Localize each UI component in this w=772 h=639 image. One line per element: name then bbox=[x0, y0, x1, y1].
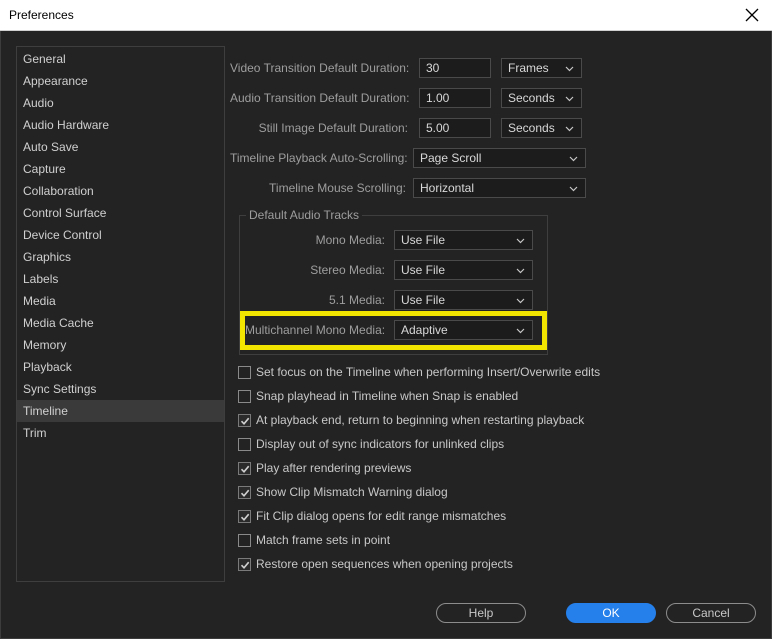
still-image-unit-select[interactable]: Seconds bbox=[501, 118, 582, 138]
checkbox[interactable] bbox=[238, 509, 251, 523]
chevron-down-icon bbox=[516, 268, 525, 274]
video-transition-duration-field[interactable]: 30 bbox=[419, 58, 491, 78]
window-title: Preferences bbox=[9, 8, 74, 22]
five-one-media-value: Use File bbox=[401, 293, 446, 307]
multichannel-mono-media-label: Multichannel Mono Media: bbox=[245, 323, 386, 337]
sidebar-item-general[interactable]: General bbox=[17, 48, 224, 70]
checkmark-icon bbox=[240, 465, 250, 473]
mono-media-label: Mono Media: bbox=[315, 233, 385, 247]
sidebar-item-media-cache[interactable]: Media Cache bbox=[17, 312, 224, 334]
audio-transition-unit-value: Seconds bbox=[508, 91, 555, 105]
sidebar-item-sync-settings[interactable]: Sync Settings bbox=[17, 378, 224, 400]
sidebar-item-auto-save[interactable]: Auto Save bbox=[17, 136, 224, 158]
playback-auto-scrolling-value: Page Scroll bbox=[420, 151, 482, 165]
stereo-media-label: Stereo Media: bbox=[310, 263, 385, 277]
option-label: Display out of sync indicators for unlin… bbox=[256, 437, 505, 451]
mono-media-value: Use File bbox=[401, 233, 446, 247]
option-snap-playhead[interactable]: Snap playhead in Timeline when Snap is e… bbox=[238, 388, 518, 404]
five-one-media-select[interactable]: Use File bbox=[394, 290, 533, 310]
option-out-of-sync-indicators[interactable]: Display out of sync indicators for unlin… bbox=[238, 436, 504, 452]
category-list: General Appearance Audio Audio Hardware … bbox=[16, 46, 225, 582]
checkbox[interactable] bbox=[238, 413, 251, 427]
chevron-down-icon bbox=[565, 96, 574, 102]
option-label: Restore open sequences when opening proj… bbox=[256, 557, 513, 571]
chevron-down-icon bbox=[516, 298, 525, 304]
playback-auto-scrolling-select[interactable]: Page Scroll bbox=[413, 148, 586, 168]
playback-auto-scrolling-label: Timeline Playback Auto-Scrolling: bbox=[230, 151, 408, 165]
option-play-after-rendering[interactable]: Play after rendering previews bbox=[238, 460, 411, 476]
ok-button[interactable]: OK bbox=[566, 603, 656, 623]
option-match-frame-in-point[interactable]: Match frame sets in point bbox=[238, 532, 390, 548]
option-clip-mismatch-warning[interactable]: Show Clip Mismatch Warning dialog bbox=[238, 484, 448, 500]
help-button[interactable]: Help bbox=[436, 603, 526, 623]
checkbox[interactable] bbox=[238, 533, 251, 547]
five-one-media-label: 5.1 Media: bbox=[328, 293, 385, 307]
sidebar-item-graphics[interactable]: Graphics bbox=[17, 246, 224, 268]
stereo-media-select[interactable]: Use File bbox=[394, 260, 533, 280]
audio-transition-unit-select[interactable]: Seconds bbox=[501, 88, 582, 108]
sidebar-item-audio[interactable]: Audio bbox=[17, 92, 224, 114]
chevron-down-icon bbox=[569, 186, 578, 192]
sidebar-item-appearance[interactable]: Appearance bbox=[17, 70, 224, 92]
option-restore-open-sequences[interactable]: Restore open sequences when opening proj… bbox=[238, 556, 513, 572]
option-label: At playback end, return to beginning whe… bbox=[256, 413, 585, 427]
audio-transition-label: Audio Transition Default Duration: bbox=[230, 91, 410, 105]
mouse-scrolling-value: Horizontal bbox=[420, 181, 475, 195]
close-icon[interactable] bbox=[740, 3, 764, 27]
multichannel-mono-media-value: Adaptive bbox=[401, 323, 448, 337]
chevron-down-icon bbox=[516, 328, 525, 334]
checkbox[interactable] bbox=[238, 461, 251, 475]
sidebar-item-control-surface[interactable]: Control Surface bbox=[17, 202, 224, 224]
option-focus-timeline[interactable]: Set focus on the Timeline when performin… bbox=[238, 364, 600, 380]
checkbox[interactable] bbox=[238, 437, 251, 451]
still-image-unit-value: Seconds bbox=[508, 121, 555, 135]
chevron-down-icon bbox=[565, 126, 574, 132]
audio-transition-duration-field[interactable]: 1.00 bbox=[419, 88, 491, 108]
stereo-media-value: Use File bbox=[401, 263, 446, 277]
mono-media-select[interactable]: Use File bbox=[394, 230, 533, 250]
cancel-button[interactable]: Cancel bbox=[666, 603, 756, 623]
sidebar-item-capture[interactable]: Capture bbox=[17, 158, 224, 180]
chevron-down-icon bbox=[516, 238, 525, 244]
checkbox[interactable] bbox=[238, 389, 251, 403]
checkbox[interactable] bbox=[238, 557, 251, 571]
still-image-duration-field[interactable]: 5.00 bbox=[419, 118, 491, 138]
option-label: Play after rendering previews bbox=[256, 461, 412, 475]
sidebar-item-trim[interactable]: Trim bbox=[17, 422, 224, 444]
checkmark-icon bbox=[240, 561, 250, 569]
multichannel-mono-media-select[interactable]: Adaptive bbox=[394, 320, 533, 340]
video-transition-unit-select[interactable]: Frames bbox=[501, 58, 582, 78]
checkbox[interactable] bbox=[238, 365, 251, 379]
option-label: Fit Clip dialog opens for edit range mis… bbox=[256, 509, 507, 523]
option-label: Set focus on the Timeline when performin… bbox=[256, 365, 601, 379]
checkmark-icon bbox=[240, 489, 250, 497]
sidebar-item-collaboration[interactable]: Collaboration bbox=[17, 180, 224, 202]
sidebar-item-memory[interactable]: Memory bbox=[17, 334, 224, 356]
option-label: Snap playhead in Timeline when Snap is e… bbox=[256, 389, 519, 403]
checkbox[interactable] bbox=[238, 485, 251, 499]
checkmark-icon bbox=[240, 417, 250, 425]
checkmark-icon bbox=[240, 513, 250, 521]
sidebar-item-media[interactable]: Media bbox=[17, 290, 224, 312]
sidebar-item-audio-hardware[interactable]: Audio Hardware bbox=[17, 114, 224, 136]
still-image-label: Still Image Default Duration: bbox=[258, 121, 408, 135]
chevron-down-icon bbox=[565, 66, 574, 72]
default-audio-tracks-title: Default Audio Tracks bbox=[246, 208, 363, 222]
option-label: Match frame sets in point bbox=[256, 533, 391, 547]
mouse-scrolling-select[interactable]: Horizontal bbox=[413, 178, 586, 198]
title-bar: Preferences bbox=[0, 0, 772, 31]
mouse-scrolling-label: Timeline Mouse Scrolling: bbox=[269, 181, 406, 195]
option-fit-clip-dialog[interactable]: Fit Clip dialog opens for edit range mis… bbox=[238, 508, 506, 524]
sidebar-item-timeline[interactable]: Timeline bbox=[17, 400, 224, 422]
sidebar-item-device-control[interactable]: Device Control bbox=[17, 224, 224, 246]
video-transition-unit-value: Frames bbox=[508, 61, 549, 75]
option-return-to-beginning[interactable]: At playback end, return to beginning whe… bbox=[238, 412, 584, 428]
video-transition-label: Video Transition Default Duration: bbox=[230, 61, 410, 75]
chevron-down-icon bbox=[569, 156, 578, 162]
sidebar-item-labels[interactable]: Labels bbox=[17, 268, 224, 290]
sidebar-item-playback[interactable]: Playback bbox=[17, 356, 224, 378]
option-label: Show Clip Mismatch Warning dialog bbox=[256, 485, 448, 499]
